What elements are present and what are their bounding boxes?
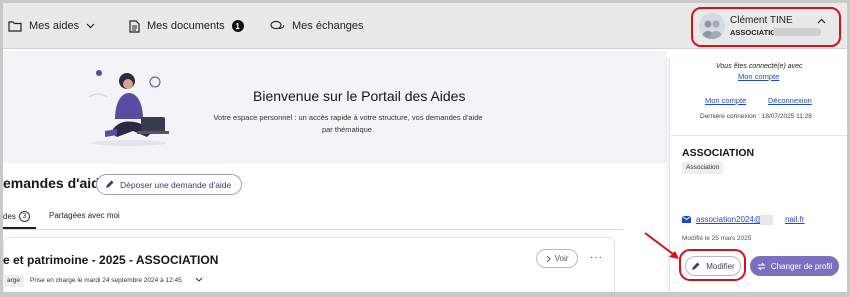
tabs-divider: [3, 229, 623, 230]
swap-icon: [757, 262, 766, 270]
page-frame: Mes aides Mes documents 1 Mes échanges C…: [3, 3, 847, 292]
connected-account-link[interactable]: Mon compte: [738, 72, 779, 81]
last-login-text: Dernière connexion : 18/07/2025 11:28: [700, 113, 812, 120]
nav-mes-echanges-label: Mes échanges: [292, 20, 364, 32]
welcome-illustration: [88, 70, 169, 146]
nav-mes-documents-label: Mes documents: [147, 20, 225, 32]
more-options-icon[interactable]: ···: [590, 252, 603, 263]
tab-mes-demandes[interactable]: des 3: [3, 211, 30, 222]
annotation-arrow-icon: [644, 232, 679, 259]
voir-label: Voir: [554, 254, 569, 263]
tab-count-badge: 3: [18, 211, 30, 222]
chevron-right-icon: [546, 255, 551, 262]
redacted-text: [760, 215, 773, 225]
pencil-icon: [692, 262, 700, 270]
deposer-demande-label: Déposer une demande d'aide: [120, 179, 232, 190]
chat-icon: [270, 20, 285, 30]
status-badge: arge: [3, 275, 25, 287]
welcome-description: Votre espace personnel : un accès rapide…: [213, 113, 483, 134]
document-icon: [129, 19, 140, 33]
email-text: association2024@v: [696, 215, 766, 224]
mon-compte-link[interactable]: Mon compte: [705, 96, 746, 105]
status-text: Prise en charge le mardi 24 septembre 20…: [30, 277, 182, 284]
pencil-icon: [106, 180, 114, 188]
envelope-icon: [682, 216, 691, 223]
chevron-down-icon[interactable]: [195, 277, 203, 282]
tab-partagees-label: Partagées avec moi: [49, 211, 120, 220]
deposer-demande-button[interactable]: Déposer une demande d'aide: [96, 174, 243, 195]
organisation-email[interactable]: association2024@v nail.fr: [682, 215, 805, 224]
avatar-image: [699, 13, 725, 39]
changer-profil-button[interactable]: Changer de profil: [750, 256, 839, 276]
nav-mes-aides[interactable]: Mes aides: [8, 17, 95, 35]
chevron-down-icon: [86, 23, 95, 29]
connected-as-text: Vous êtes connecté(e) avec: [716, 63, 803, 70]
user-avatar[interactable]: [699, 13, 725, 39]
email-suffix-text: nail.fr: [784, 215, 805, 224]
organisation-type-badge: Association: [682, 162, 724, 174]
user-name: Clément TINE: [730, 15, 793, 26]
redacted-text: [773, 28, 821, 36]
folder-icon: [8, 21, 22, 32]
modifier-label: Modifier: [706, 261, 735, 271]
modifier-button[interactable]: Modifier: [685, 256, 741, 276]
welcome-title: Bienvenue sur le Portail des Aides: [253, 88, 466, 104]
demande-card-title[interactable]: e et patrimoine - 2025 - ASSOCIATION: [3, 253, 218, 267]
nav-mes-aides-label: Mes aides: [29, 20, 80, 32]
chevron-up-icon[interactable]: [817, 18, 826, 24]
active-tab-indicator: [3, 227, 36, 229]
nav-mes-echanges[interactable]: Mes échanges: [270, 17, 364, 35]
documents-count-badge: 1: [231, 20, 244, 32]
panel-divider: [671, 135, 847, 136]
organisation-name: ASSOCIATION: [682, 147, 755, 159]
changer-profil-label: Changer de profil: [770, 261, 833, 271]
welcome-banner: Bienvenue sur le Portail des Aides Votre…: [3, 51, 667, 163]
modified-date: Modifié le 25 mars 2025: [682, 235, 752, 242]
tab-partagees[interactable]: Partagées avec moi: [49, 211, 120, 220]
deconnexion-link[interactable]: Déconnexion: [768, 96, 812, 105]
tab-mes-demandes-label: des: [3, 212, 16, 221]
voir-button[interactable]: Voir: [536, 249, 578, 268]
nav-mes-documents[interactable]: Mes documents 1: [129, 17, 244, 35]
